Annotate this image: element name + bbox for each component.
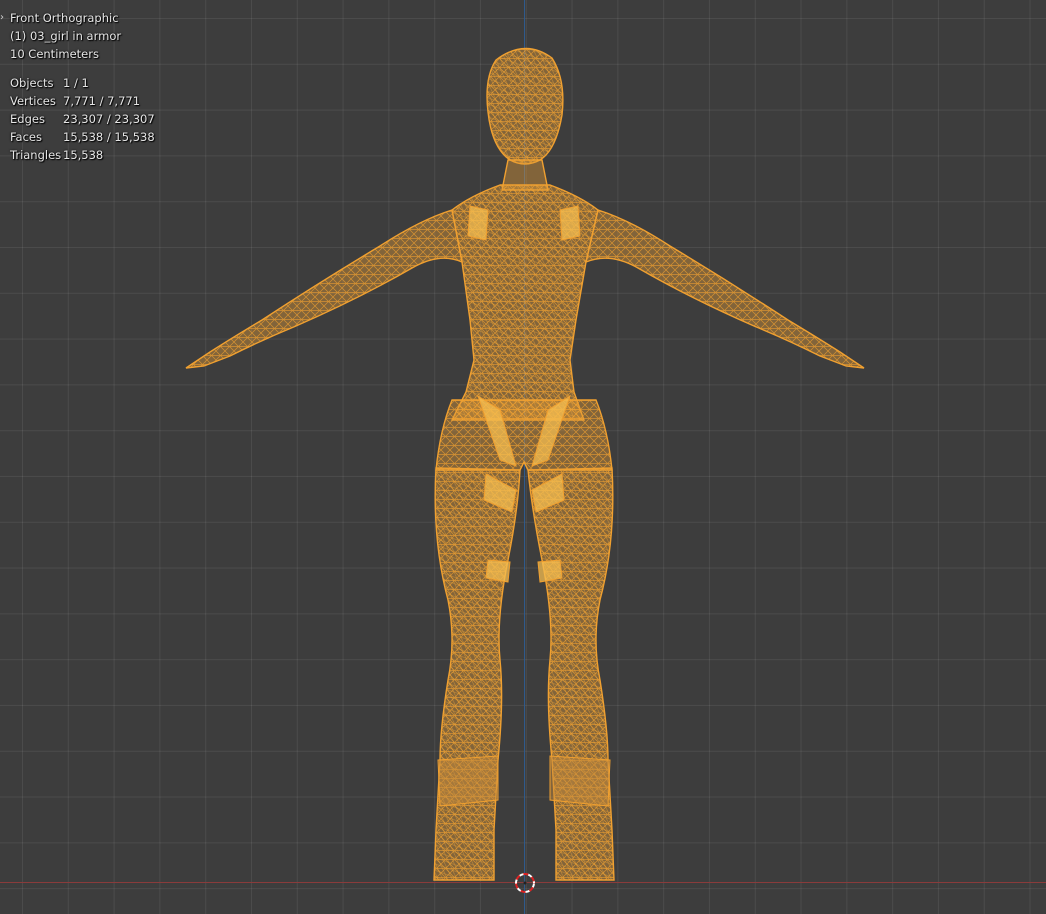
wireframe-model[interactable]: [0, 0, 1046, 914]
stat-value: 1 / 1: [63, 76, 89, 90]
stat-label: Objects: [10, 76, 54, 90]
statistics: Objects 1 / 1 Vertices 7,771 / 7,771 Edg…: [10, 74, 155, 164]
3d-viewport[interactable]: › Front Orthographic (1) 03_girl in armo…: [0, 0, 1046, 914]
character-mesh: [185, 47, 865, 881]
stat-row-faces: Faces 15,538 / 15,538: [10, 128, 155, 146]
stat-row-objects: Objects 1 / 1: [10, 74, 155, 92]
stat-value: 23,307 / 23,307: [63, 112, 155, 126]
grid-scale: 10 Centimeters: [10, 47, 99, 61]
stat-label: Edges: [10, 112, 45, 126]
viewport-text-overlay: Front Orthographic (1) 03_girl in armor …: [10, 9, 155, 164]
stat-value: 7,771 / 7,771: [63, 94, 141, 108]
3d-cursor-icon[interactable]: [513, 871, 537, 895]
boots: [437, 755, 611, 807]
stat-value: 15,538: [63, 148, 104, 162]
stat-row-triangles: Triangles 15,538: [10, 146, 155, 164]
stat-label: Triangles: [10, 148, 62, 162]
stat-row-edges: Edges 23,307 / 23,307: [10, 110, 155, 128]
object-name: (1) 03_girl in armor: [10, 29, 122, 43]
view-name: Front Orthographic: [10, 11, 119, 25]
stat-label: Vertices: [10, 94, 56, 108]
chevron-right-icon[interactable]: ›: [0, 12, 4, 23]
stat-value: 15,538 / 15,538: [63, 130, 155, 144]
stat-label: Faces: [10, 130, 42, 144]
stat-row-vertices: Vertices 7,771 / 7,771: [10, 92, 155, 110]
